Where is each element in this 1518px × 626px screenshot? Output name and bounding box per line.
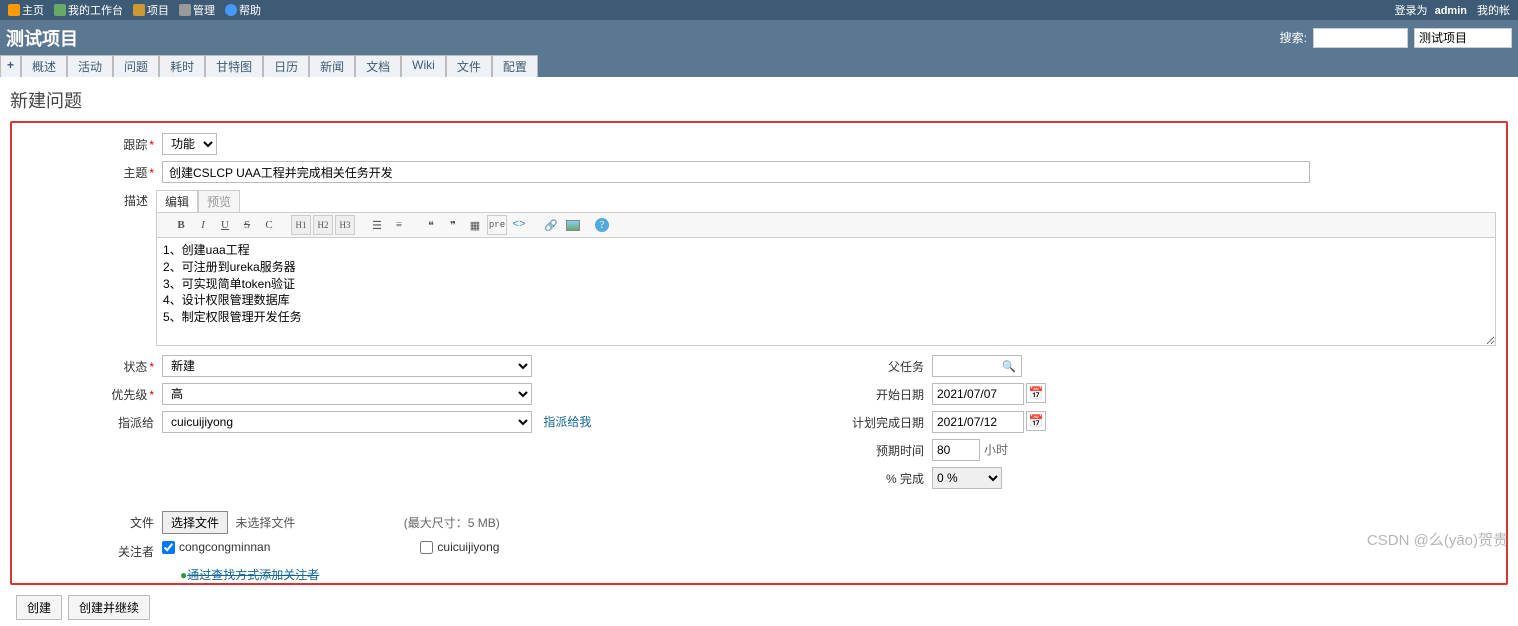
create-button[interactable]: 创建 xyxy=(16,595,62,620)
main-tabs: + 概述 活动 问题 耗时 甘特图 日历 新闻 文档 Wiki 文件 配置 xyxy=(0,55,1518,77)
image-icon xyxy=(566,220,580,231)
toolbar-strike[interactable]: S xyxy=(237,215,257,235)
toolbar-image[interactable] xyxy=(563,215,583,235)
tab-settings[interactable]: 配置 xyxy=(492,55,538,77)
nav-mypage[interactable]: 我的工作台 xyxy=(50,2,127,18)
no-file-text: 未选择文件 xyxy=(235,516,295,530)
tracker-label: 跟踪* xyxy=(22,133,162,155)
estimated-label: 预期时间 xyxy=(782,439,932,461)
watcher-1-checkbox[interactable] xyxy=(162,541,175,554)
tab-activity[interactable]: 活动 xyxy=(67,55,113,77)
toolbar-link[interactable]: 🔗 xyxy=(541,215,561,235)
nav-projects[interactable]: 项目 xyxy=(129,2,173,18)
toolbar-h2[interactable]: H2 xyxy=(313,215,333,235)
page-title: 新建问题 xyxy=(10,87,1508,113)
subject-input[interactable] xyxy=(162,161,1310,183)
tab-gantt[interactable]: 甘特图 xyxy=(205,55,263,77)
watcher-2[interactable]: cuicuijiyong xyxy=(420,540,499,554)
done-select[interactable]: 0 % xyxy=(932,467,1002,489)
logged-as: 登录为 admin xyxy=(1387,2,1471,18)
assignee-select[interactable]: cuicuijiyong xyxy=(162,411,532,433)
files-label: 文件 xyxy=(22,511,162,534)
toolbar-bold[interactable]: B xyxy=(171,215,191,235)
new-issue-form: 跟踪* 功能 主题* 描述 编辑 预览 B I U S xyxy=(10,121,1508,585)
toolbar-ol[interactable]: ≡ xyxy=(389,215,409,235)
assignee-label: 指派给 xyxy=(22,411,162,433)
tab-issues[interactable]: 问题 xyxy=(113,55,159,77)
assign-to-me[interactable]: 指派给我 xyxy=(543,415,591,429)
toolbar-h1[interactable]: H1 xyxy=(291,215,311,235)
tracker-select[interactable]: 功能 xyxy=(162,133,217,155)
calendar-icon[interactable]: 📅 xyxy=(1026,383,1046,403)
calendar-icon[interactable]: 📅 xyxy=(1026,411,1046,431)
start-date-label: 开始日期 xyxy=(782,383,932,405)
toolbar-unquote[interactable]: ❞ xyxy=(443,215,463,235)
editor-toolbar: B I U S C H1 H2 H3 ☰ ≡ ❝ ❞ ▦ pre xyxy=(156,212,1496,238)
toolbar-quote[interactable]: ❝ xyxy=(421,215,441,235)
create-continue-button[interactable]: 创建并继续 xyxy=(68,595,150,620)
priority-select[interactable]: 高 xyxy=(162,383,532,405)
status-label: 状态* xyxy=(22,355,162,377)
toolbar-h3[interactable]: H3 xyxy=(335,215,355,235)
add-watcher-link[interactable]: 通过查找方式添加关注者 xyxy=(180,568,319,582)
hours-unit: 小时 xyxy=(984,443,1008,457)
watermark: CSDN @么(yāo)贺贵 xyxy=(1367,529,1508,550)
nav-account[interactable]: 我的帐 xyxy=(1473,2,1514,18)
projects-icon xyxy=(133,4,145,16)
toolbar-help[interactable]: ? xyxy=(595,218,609,232)
choose-file-button[interactable]: 选择文件 xyxy=(162,511,228,534)
tab-time[interactable]: 耗时 xyxy=(159,55,205,77)
watcher-2-checkbox[interactable] xyxy=(420,541,433,554)
nav-home[interactable]: 主页 xyxy=(4,2,48,18)
toolbar-italic[interactable]: I xyxy=(193,215,213,235)
done-label: % 完成 xyxy=(782,467,932,489)
search-input[interactable] xyxy=(1313,28,1408,48)
tab-new[interactable]: + xyxy=(0,55,21,77)
search-icon[interactable]: 🔍 xyxy=(1002,360,1016,374)
estimated-input[interactable] xyxy=(932,439,980,461)
parent-label: 父任务 xyxy=(782,355,932,377)
subject-label: 主题* xyxy=(22,161,162,183)
nav-help[interactable]: 帮助 xyxy=(221,2,265,18)
editor-tab-preview[interactable]: 预览 xyxy=(198,190,240,213)
priority-label: 优先级* xyxy=(22,383,162,405)
mypage-icon xyxy=(54,4,66,16)
project-title: 测试项目 xyxy=(6,25,78,51)
home-icon xyxy=(8,4,20,16)
toolbar-code-inline[interactable]: C xyxy=(259,215,279,235)
current-user[interactable]: admin xyxy=(1435,5,1467,17)
description-textarea[interactable]: 1、创建uaa工程 2、可注册到ureka服务器 3、可实现简单token验证 … xyxy=(156,238,1496,346)
due-date-input[interactable] xyxy=(932,411,1024,433)
status-select[interactable]: 新建 xyxy=(162,355,532,377)
toolbar-codeblock[interactable]: <> xyxy=(509,215,529,235)
toolbar-ul[interactable]: ☰ xyxy=(367,215,387,235)
help-icon xyxy=(225,4,237,16)
nav-admin[interactable]: 管理 xyxy=(175,2,219,18)
tab-overview[interactable]: 概述 xyxy=(21,55,67,77)
due-date-label: 计划完成日期 xyxy=(782,411,932,433)
project-jump-select[interactable] xyxy=(1414,28,1512,48)
toolbar-table[interactable]: ▦ xyxy=(465,215,485,235)
editor-tab-edit[interactable]: 编辑 xyxy=(156,190,198,213)
toolbar-underline[interactable]: U xyxy=(215,215,235,235)
tab-documents[interactable]: 文档 xyxy=(355,55,401,77)
watchers-label: 关注者 xyxy=(22,540,162,571)
admin-icon xyxy=(179,4,191,16)
toolbar-pre[interactable]: pre xyxy=(487,215,507,235)
watcher-1[interactable]: congcongminnan xyxy=(162,540,270,554)
tab-wiki[interactable]: Wiki xyxy=(401,55,446,77)
tab-files[interactable]: 文件 xyxy=(446,55,492,77)
search-label: 搜索: xyxy=(1280,29,1307,46)
description-label: 描述 xyxy=(22,189,156,349)
tab-calendar[interactable]: 日历 xyxy=(263,55,309,77)
start-date-input[interactable] xyxy=(932,383,1024,405)
max-size-text: (最大尺寸：5 MB) xyxy=(404,516,500,530)
tab-news[interactable]: 新闻 xyxy=(309,55,355,77)
